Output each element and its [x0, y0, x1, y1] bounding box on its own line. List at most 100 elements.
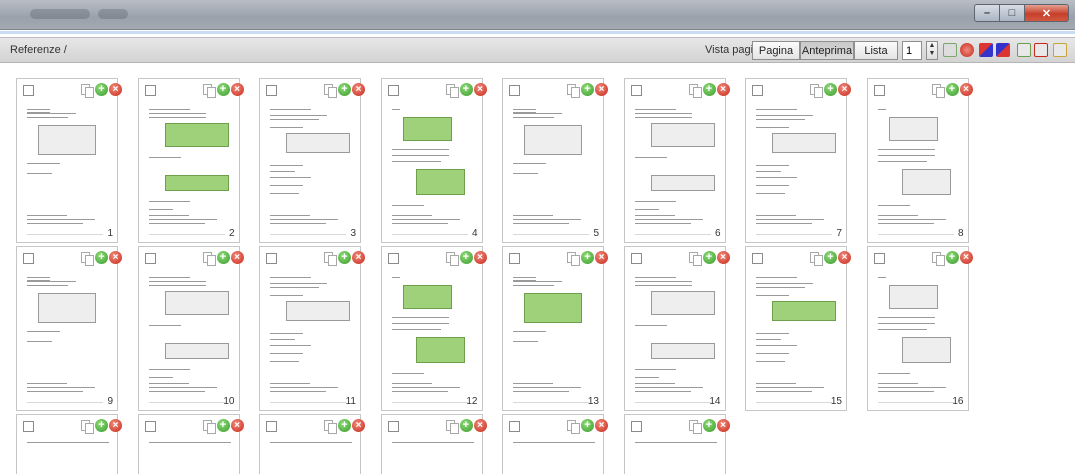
- delete-icon[interactable]: ×: [109, 419, 122, 432]
- add-icon[interactable]: +: [581, 419, 594, 432]
- delete-icon[interactable]: ×: [352, 251, 365, 264]
- select-checkbox[interactable]: [144, 421, 156, 432]
- copy-icon[interactable]: [324, 252, 337, 266]
- page-thumbnail[interactable]: + × 6: [623, 78, 730, 243]
- delete-icon[interactable]: ×: [230, 419, 244, 432]
- delete-icon[interactable]: ×: [473, 83, 487, 96]
- page-thumbnail[interactable]: + ×: [502, 414, 608, 474]
- select-checkbox[interactable]: [752, 85, 763, 96]
- select-checkbox[interactable]: [509, 85, 520, 96]
- page-thumbnail[interactable]: + ×: [259, 414, 365, 474]
- page-number-input[interactable]: [902, 41, 922, 60]
- select-checkbox[interactable]: [144, 253, 156, 264]
- view-anteprima-button[interactable]: Anteprima: [800, 41, 854, 60]
- page-thumbnail[interactable]: + ×: [380, 414, 487, 474]
- merge-icon[interactable]: [1053, 43, 1067, 57]
- page-thumbnail[interactable]: + ×: [16, 414, 122, 474]
- page-thumbnail[interactable]: + ×: [623, 414, 730, 474]
- copy-icon[interactable]: [202, 252, 216, 266]
- delete-icon[interactable]: ×: [838, 83, 851, 96]
- add-icon[interactable]: +: [95, 83, 108, 96]
- delete-icon[interactable]: ×: [595, 419, 608, 432]
- page-thumbnail[interactable]: + × 1: [16, 78, 122, 243]
- breadcrumb[interactable]: Referenze /: [10, 44, 67, 56]
- move-page-left-icon[interactable]: [979, 43, 993, 57]
- copy-icon[interactable]: [567, 252, 580, 266]
- copy-icon[interactable]: [81, 420, 94, 434]
- page-thumbnail[interactable]: + × 9: [16, 246, 122, 411]
- copy-icon[interactable]: [567, 420, 580, 434]
- select-checkbox[interactable]: [266, 421, 277, 432]
- page-thumbnail[interactable]: + × 4: [380, 78, 487, 243]
- copy-icon[interactable]: [931, 252, 945, 266]
- page-thumbnail[interactable]: + × 14: [623, 246, 730, 411]
- copy-icon[interactable]: [688, 420, 702, 434]
- import-icon[interactable]: [1017, 43, 1031, 57]
- delete-icon[interactable]: ×: [109, 251, 122, 264]
- select-checkbox[interactable]: [873, 253, 885, 264]
- copy-icon[interactable]: [202, 84, 216, 98]
- copy-icon[interactable]: [202, 420, 216, 434]
- select-checkbox[interactable]: [387, 421, 399, 432]
- select-checkbox[interactable]: [509, 421, 520, 432]
- page-thumbnail[interactable]: + × 16: [866, 246, 973, 411]
- copy-icon[interactable]: [688, 84, 702, 98]
- select-checkbox[interactable]: [630, 421, 642, 432]
- select-checkbox[interactable]: [23, 253, 34, 264]
- delete-icon[interactable]: ×: [716, 251, 730, 264]
- select-checkbox[interactable]: [144, 85, 156, 96]
- copy-icon[interactable]: [445, 84, 459, 98]
- delete-icon[interactable]: ×: [230, 251, 244, 264]
- page-thumbnail[interactable]: + × 12: [380, 246, 487, 411]
- add-icon[interactable]: +: [216, 251, 230, 264]
- add-icon[interactable]: +: [338, 83, 351, 96]
- copy-icon[interactable]: [810, 84, 823, 98]
- page-thumbnail[interactable]: + ×: [137, 414, 244, 474]
- select-checkbox[interactable]: [266, 253, 277, 264]
- add-icon[interactable]: +: [95, 251, 108, 264]
- delete-icon[interactable]: ×: [352, 83, 365, 96]
- copy-icon[interactable]: [81, 84, 94, 98]
- export-icon[interactable]: [1034, 43, 1048, 57]
- page-thumbnail[interactable]: + × 15: [745, 246, 851, 411]
- add-icon[interactable]: +: [216, 83, 230, 96]
- page-thumbnail[interactable]: + × 13: [502, 246, 608, 411]
- page-thumbnail[interactable]: + × 8: [866, 78, 973, 243]
- page-thumbnail[interactable]: + × 3: [259, 78, 365, 243]
- page-thumbnail[interactable]: + × 5: [502, 78, 608, 243]
- select-checkbox[interactable]: [387, 85, 399, 96]
- delete-icon[interactable]: ×: [109, 83, 122, 96]
- copy-icon[interactable]: [324, 420, 337, 434]
- close-button[interactable]: ✕: [1025, 4, 1069, 22]
- delete-page-icon[interactable]: [960, 43, 974, 57]
- add-icon[interactable]: +: [581, 83, 594, 96]
- select-checkbox[interactable]: [630, 85, 642, 96]
- delete-icon[interactable]: ×: [716, 83, 730, 96]
- select-checkbox[interactable]: [387, 253, 399, 264]
- copy-icon[interactable]: [567, 84, 580, 98]
- delete-icon[interactable]: ×: [230, 83, 244, 96]
- delete-icon[interactable]: ×: [716, 419, 730, 432]
- copy-icon[interactable]: [81, 252, 94, 266]
- delete-icon[interactable]: ×: [959, 251, 973, 264]
- insert-page-icon[interactable]: [943, 43, 957, 57]
- select-checkbox[interactable]: [752, 253, 763, 264]
- add-icon[interactable]: +: [945, 251, 959, 264]
- select-checkbox[interactable]: [873, 85, 885, 96]
- copy-icon[interactable]: [324, 84, 337, 98]
- add-icon[interactable]: +: [945, 83, 959, 96]
- minimize-button[interactable]: –: [974, 4, 1000, 22]
- page-thumbnail[interactable]: + × 7: [745, 78, 851, 243]
- copy-icon[interactable]: [445, 252, 459, 266]
- select-checkbox[interactable]: [509, 253, 520, 264]
- add-icon[interactable]: +: [216, 419, 230, 432]
- page-thumbnail[interactable]: + × 2: [137, 78, 244, 243]
- move-page-right-icon[interactable]: [996, 43, 1010, 57]
- add-icon[interactable]: +: [459, 251, 473, 264]
- copy-icon[interactable]: [810, 252, 823, 266]
- maximize-button[interactable]: □: [1000, 4, 1025, 22]
- add-icon[interactable]: +: [95, 419, 108, 432]
- delete-icon[interactable]: ×: [838, 251, 851, 264]
- add-icon[interactable]: +: [459, 419, 473, 432]
- delete-icon[interactable]: ×: [595, 251, 608, 264]
